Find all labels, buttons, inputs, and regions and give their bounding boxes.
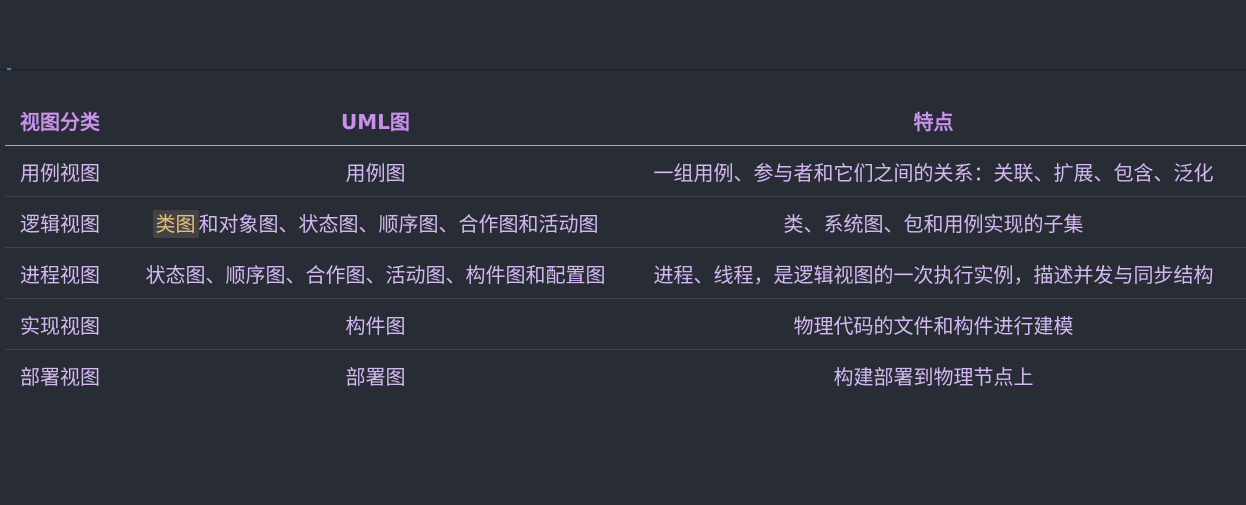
table-row: 部署视图 部署图 构建部署到物理节点上 [5, 350, 1246, 401]
uml-views-table: 视图分类 UML图 特点 用例视图 用例图 一组用例、参与者和它们之间的关系：关… [5, 96, 1246, 400]
table-header-row: 视图分类 UML图 特点 [5, 96, 1246, 146]
cell-diagrams: 构件图 [130, 298, 621, 350]
cell-view: 实现视图 [5, 298, 130, 350]
cell-view: 部署视图 [20, 364, 100, 389]
cell-diagrams: 状态图、顺序图、合作图、活动图、构件图和配置图 [130, 247, 621, 299]
cell-diagrams: 部署图 [345, 364, 406, 389]
cell-view: 逻辑视图 [5, 196, 130, 248]
cell-features: 一组用例、参与者和它们之间的关系：关联、扩展、包含、泛化 [621, 145, 1246, 197]
cell-view: 进程视图 [5, 247, 130, 299]
table-row: 进程视图 状态图、顺序图、合作图、活动图、构件图和配置图 进程、线程，是逻辑视图… [5, 247, 1246, 299]
header-view-category: 视图分类 [5, 96, 130, 146]
table-row: 用例视图 用例图 一组用例、参与者和它们之间的关系：关联、扩展、包含、泛化 [5, 145, 1246, 197]
editor-page: 视图分类 UML图 特点 用例视图 用例图 一组用例、参与者和它们之间的关系：关… [0, 0, 1246, 505]
cell-diagrams-text: 和对象图、状态图、顺序图、合作图和活动图 [198, 211, 599, 236]
highlighted-text: 类图 [152, 209, 199, 238]
table-row: 实现视图 构件图 物理代码的文件和构件进行建模 [5, 298, 1246, 350]
cell-view: 用例视图 [5, 145, 130, 197]
cell-features: 进程、线程，是逻辑视图的一次执行实例，描述并发与同步结构 [621, 247, 1246, 299]
cursor-marker [7, 68, 11, 70]
table-row: 逻辑视图 类图 和对象图、状态图、顺序图、合作图和活动图 类、系统图、包和用例实现… [5, 196, 1246, 248]
cell-diagrams: 类图 和对象图、状态图、顺序图、合作图和活动图 [130, 196, 621, 248]
cell-features: 物理代码的文件和构件进行建模 [621, 298, 1246, 350]
cell-features: 类、系统图、包和用例实现的子集 [621, 196, 1246, 248]
header-uml-diagram: UML图 [130, 96, 621, 146]
header-features: 特点 [621, 96, 1246, 146]
cell-features: 构建部署到物理节点上 [833, 364, 1034, 389]
cell-diagrams: 用例图 [130, 145, 621, 197]
top-toolbar [0, 0, 1246, 70]
